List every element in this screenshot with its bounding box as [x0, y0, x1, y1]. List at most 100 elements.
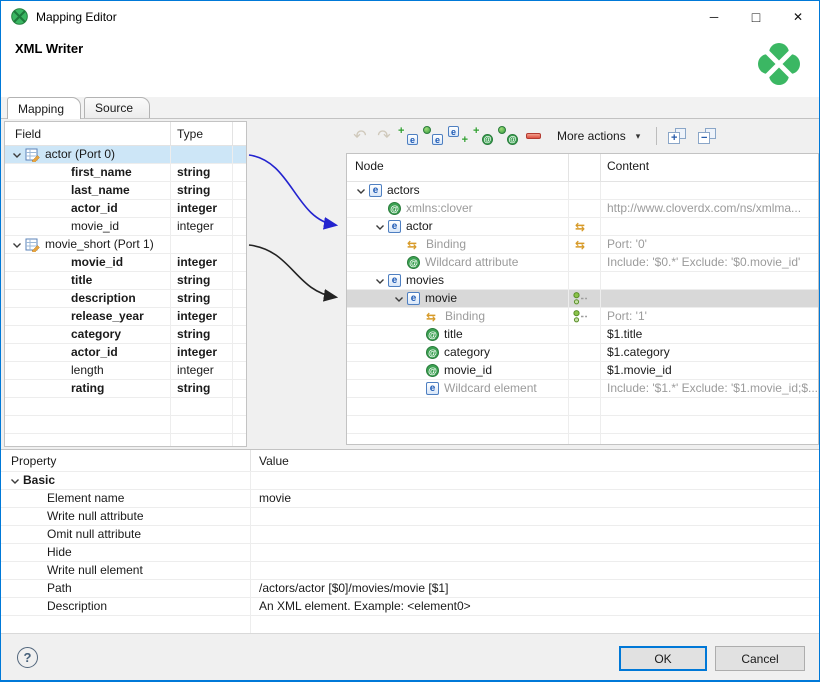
field-type: string	[177, 273, 210, 287]
field-row-empty	[5, 434, 246, 447]
property-value[interactable]: movie	[259, 491, 291, 505]
properties-header: Property Value	[1, 450, 819, 472]
tree-row[interactable]: eWildcard elementInclude: '$1.*' Exclude…	[347, 380, 818, 398]
field-row[interactable]: titlestring	[5, 272, 246, 290]
property-value[interactable]: /actors/actor [$0]/movies/movie [$1]	[259, 581, 448, 595]
collapse-all-button[interactable]: −	[695, 125, 719, 147]
field-type: integer	[177, 309, 217, 323]
node-label: movies	[406, 272, 444, 289]
field-row[interactable]: first_namestring	[5, 164, 246, 182]
chevron-down-icon[interactable]	[9, 147, 25, 163]
property-row[interactable]: Element namemovie	[1, 490, 819, 508]
remove-icon	[526, 133, 541, 139]
chevron-down-icon[interactable]	[7, 473, 23, 489]
tree-row[interactable]: ⇆BindingPort: '1'	[347, 308, 818, 326]
property-row[interactable]: DescriptionAn XML element. Example: <ele…	[1, 598, 819, 616]
attribute-icon: @	[426, 364, 439, 377]
tree-row[interactable]: eactors	[347, 182, 818, 200]
field-type: integer	[177, 363, 214, 377]
tree-row[interactable]: emovies	[347, 272, 818, 290]
field-row[interactable]: categorystring	[5, 326, 246, 344]
node-content: $1.movie_id	[607, 363, 672, 377]
chevron-down-icon[interactable]	[353, 183, 369, 199]
field-type: string	[177, 165, 210, 179]
insert-element-after-button[interactable]: e +	[446, 125, 470, 147]
field-row[interactable]: ratingstring	[5, 380, 246, 398]
field-name: rating	[71, 380, 104, 397]
tree-row[interactable]: @title$1.title	[347, 326, 818, 344]
tree-row[interactable]: @movie_id$1.movie_id	[347, 362, 818, 380]
mapping-editor-window: Mapping Editor ─ □ ✕ XML Writer Mapping …	[0, 0, 820, 682]
expand-all-button[interactable]: +	[665, 125, 689, 147]
column-type[interactable]: Type	[170, 122, 232, 145]
tree-row[interactable]: @Wildcard attributeInclude: '$0.*' Exclu…	[347, 254, 818, 272]
field-row[interactable]: movie_idinteger	[5, 254, 246, 272]
field-group-row[interactable]: actor (Port 0)	[5, 146, 246, 164]
app-clover-icon	[11, 8, 28, 25]
attribute-icon: @	[426, 346, 439, 359]
field-name: description	[71, 290, 136, 307]
property-row[interactable]: Path/actors/actor [$0]/movies/movie [$1]	[1, 580, 819, 598]
add-child-element-button[interactable]: + e	[396, 125, 420, 147]
column-field[interactable]: Field	[5, 127, 170, 141]
more-actions-button[interactable]: More actions ▾	[553, 127, 644, 145]
node-label: xmlns:clover	[406, 200, 473, 217]
help-button[interactable]: ?	[17, 647, 38, 668]
field-name: actor_id	[71, 344, 118, 361]
field-type: integer	[177, 255, 217, 269]
minimize-button[interactable]: ─	[693, 1, 735, 32]
add-attribute-button[interactable]: + @	[471, 125, 495, 147]
field-row[interactable]: descriptionstring	[5, 290, 246, 308]
field-row[interactable]: actor_idinteger	[5, 344, 246, 362]
tab-source[interactable]: Source	[84, 97, 150, 118]
maximize-button[interactable]: □	[735, 1, 777, 32]
field-row-empty	[5, 416, 246, 434]
field-row[interactable]: lengthinteger	[5, 362, 246, 380]
close-button[interactable]: ✕	[777, 1, 819, 32]
property-row[interactable]: Hide	[1, 544, 819, 562]
undo-button[interactable]: ↶	[348, 125, 372, 147]
tree-row[interactable]: ⇆Binding⇆Port: '0'	[347, 236, 818, 254]
properties-rows: BasicElement namemovieWrite null attribu…	[1, 472, 819, 633]
chevron-down-icon[interactable]	[372, 273, 388, 289]
property-row[interactable]: Omit null attribute	[1, 526, 819, 544]
column-property[interactable]: Property	[1, 454, 250, 468]
tree-row[interactable]: @category$1.category	[347, 344, 818, 362]
redo-button[interactable]: ↷	[372, 125, 396, 147]
property-row[interactable]: Write null attribute	[1, 508, 819, 526]
add-element-wizard-button[interactable]: e	[421, 125, 445, 147]
remove-node-button[interactable]	[521, 125, 545, 147]
property-label: Path	[47, 580, 72, 597]
undo-icon: ↶	[353, 126, 366, 146]
cancel-button[interactable]: Cancel	[715, 646, 805, 671]
field-row[interactable]: release_yearinteger	[5, 308, 246, 326]
tab-mapping-label: Mapping	[18, 102, 64, 116]
field-row[interactable]: movie_idinteger	[5, 218, 246, 236]
field-row-empty	[5, 398, 246, 416]
collapse-all-icon: −	[698, 128, 716, 144]
property-group-row[interactable]: Basic	[1, 472, 819, 490]
node-label: category	[444, 344, 490, 361]
property-row[interactable]: Write null element	[1, 562, 819, 580]
column-value[interactable]: Value	[250, 450, 819, 471]
chevron-down-icon[interactable]	[391, 291, 407, 307]
field-name: category	[71, 326, 121, 343]
field-row[interactable]: actor_idinteger	[5, 200, 246, 218]
tree-row[interactable]: eactor⇆	[347, 218, 818, 236]
cloverdx-logo	[757, 42, 801, 86]
field-group-row[interactable]: movie_short (Port 1)	[5, 236, 246, 254]
tab-mapping[interactable]: Mapping	[7, 97, 81, 119]
xml-tree-table: Node Content eactors@xmlns:cloverhttp://…	[346, 153, 819, 445]
property-label: Write null attribute	[47, 508, 144, 525]
add-attribute-wizard-button[interactable]: @	[496, 125, 520, 147]
chevron-down-icon[interactable]	[9, 237, 25, 253]
ok-button[interactable]: OK	[619, 646, 707, 671]
field-row[interactable]: last_namestring	[5, 182, 246, 200]
column-content[interactable]: Content	[600, 154, 818, 181]
binding-icon: ⇆	[575, 221, 590, 233]
tree-row[interactable]: @xmlns:cloverhttp://www.cloverdx.com/ns/…	[347, 200, 818, 218]
property-value[interactable]: An XML element. Example: <element0>	[259, 599, 471, 613]
chevron-down-icon[interactable]	[372, 219, 388, 235]
column-node[interactable]: Node	[347, 154, 568, 181]
tree-row[interactable]: emovie	[347, 290, 818, 308]
